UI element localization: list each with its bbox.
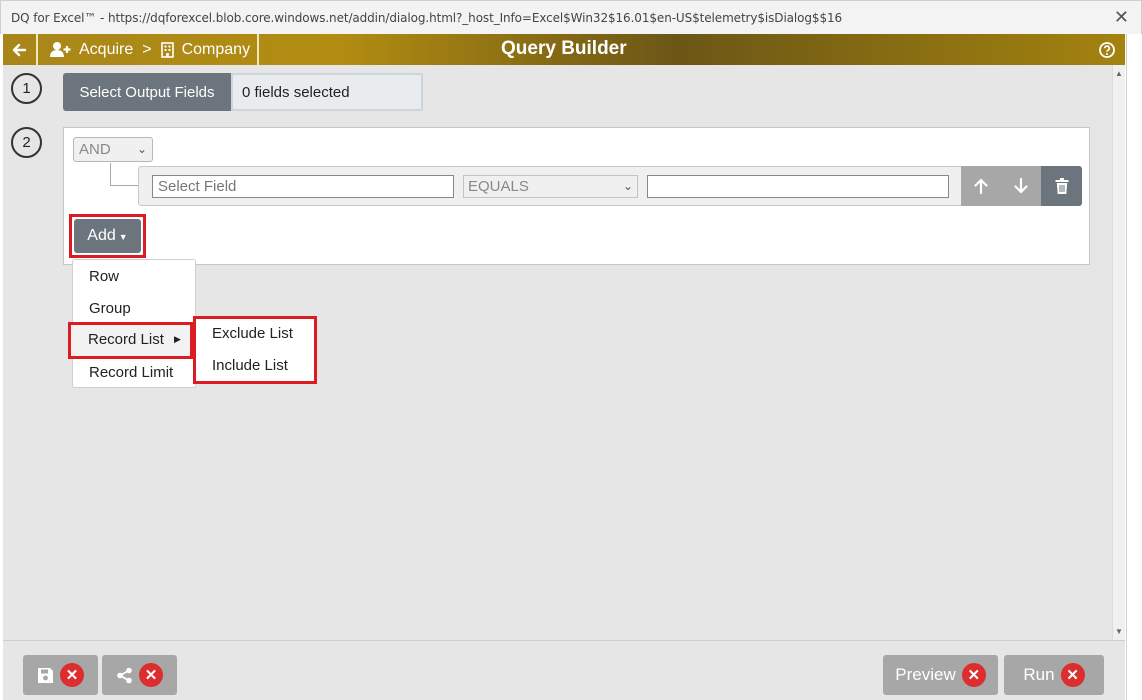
step-2-indicator: 2 <box>11 127 42 158</box>
preview-button-label: Preview <box>895 665 956 684</box>
logic-operator-value: AND <box>79 141 111 158</box>
breadcrumb-separator: > <box>142 40 152 58</box>
fields-selected-display: 0 fields selected <box>231 73 423 111</box>
run-button[interactable]: Run ✕ <box>1004 655 1104 695</box>
operator-value: EQUALS <box>468 178 529 195</box>
breadcrumb: Acquire > Company <box>50 34 260 65</box>
share-button[interactable]: ✕ <box>102 655 177 695</box>
select-field-input[interactable]: Select Field <box>152 175 454 198</box>
arrow-left-icon <box>12 43 27 56</box>
share-icon <box>117 667 132 683</box>
footer-bar: ✕ ✕ Preview ✕ Run ✕ <box>3 640 1125 700</box>
move-up-button[interactable] <box>961 166 1001 206</box>
move-down-button[interactable] <box>1001 166 1041 206</box>
caret-down-icon: ▼ <box>118 231 128 242</box>
add-button[interactable]: Add ▼ <box>74 219 141 253</box>
menu-item-group[interactable]: Group <box>89 300 131 317</box>
question-circle-icon <box>1099 41 1115 58</box>
page-title: Query Builder <box>501 38 627 59</box>
error-x-icon: ✕ <box>60 663 84 687</box>
step-1-indicator: 1 <box>11 73 42 104</box>
back-button[interactable] <box>11 34 31 65</box>
menu-item-record-list[interactable]: Record List ▶ <box>68 322 193 359</box>
preview-button[interactable]: Preview ✕ <box>883 655 998 695</box>
menu-item-include-list[interactable]: Include List <box>212 357 288 374</box>
trash-icon <box>1055 178 1068 194</box>
select-output-fields-button[interactable]: Select Output Fields <box>63 73 231 111</box>
close-icon[interactable]: ✕ <box>1114 8 1129 26</box>
header-bar: Acquire > Company Query Builder <box>3 34 1125 65</box>
vertical-scrollbar[interactable]: ▲ ▼ <box>1112 65 1125 640</box>
user-plus-icon <box>50 42 71 57</box>
chevron-down-icon: ⌄ <box>136 142 147 156</box>
error-x-icon: ✕ <box>1060 663 1085 687</box>
operator-select[interactable]: EQUALS ⌄ <box>463 175 638 198</box>
caret-right-icon: ▶ <box>174 334 181 344</box>
menu-item-record-list-label: Record List <box>88 331 164 348</box>
arrow-up-icon <box>974 178 988 194</box>
error-x-icon: ✕ <box>139 663 163 687</box>
arrow-down-icon <box>1014 178 1028 194</box>
condition-row: Select Field EQUALS ⌄ <box>138 166 1082 206</box>
breadcrumb-acquire[interactable]: Acquire <box>79 41 133 59</box>
chevron-down-icon: ⌄ <box>622 179 633 193</box>
value-input[interactable] <box>647 175 949 198</box>
excel-background <box>1126 34 1142 700</box>
tree-connector <box>110 163 111 185</box>
building-icon <box>160 41 174 58</box>
header-divider <box>257 34 259 65</box>
save-icon <box>38 667 53 683</box>
save-button[interactable]: ✕ <box>23 655 98 695</box>
menu-item-record-limit[interactable]: Record Limit <box>89 364 173 381</box>
breadcrumb-company[interactable]: Company <box>182 41 250 59</box>
header-divider <box>36 34 38 65</box>
add-button-label: Add <box>87 227 116 244</box>
error-x-icon: ✕ <box>961 663 986 687</box>
help-button[interactable] <box>1099 34 1117 65</box>
run-button-label: Run <box>1023 665 1055 684</box>
row-actions <box>961 166 1082 206</box>
window-titlebar: DQ for Excel™ - https://dqforexcel.blob.… <box>0 0 1142 34</box>
query-builder-dialog: Acquire > Company Query Builder ▲ ▼ 1 Se… <box>3 34 1125 700</box>
delete-row-button[interactable] <box>1041 166 1082 206</box>
menu-item-exclude-list[interactable]: Exclude List <box>212 325 293 342</box>
window-title: DQ for Excel™ - https://dqforexcel.blob.… <box>11 11 843 25</box>
scroll-up-icon[interactable]: ▲ <box>1115 69 1123 78</box>
tree-connector <box>110 185 138 186</box>
conditions-panel: AND ⌄ Select Field EQUALS ⌄ Add ▼ <box>63 127 1090 265</box>
logic-operator-select[interactable]: AND ⌄ <box>73 137 153 162</box>
record-list-submenu: Exclude List Include List <box>193 316 317 384</box>
scroll-down-icon[interactable]: ▼ <box>1115 627 1123 636</box>
menu-item-row[interactable]: Row <box>89 268 119 285</box>
